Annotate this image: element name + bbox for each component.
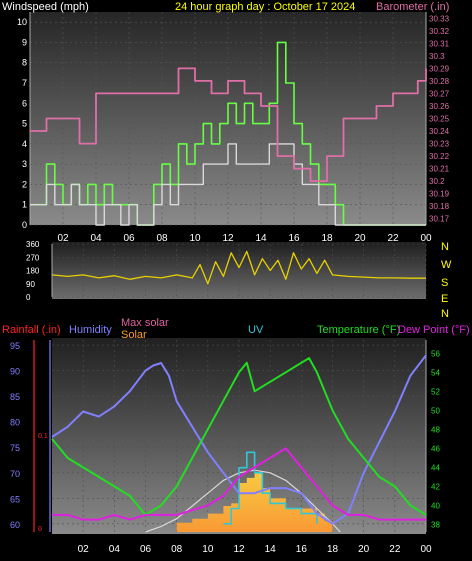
solar-label: Solar: [121, 329, 147, 341]
uv-label: UV: [248, 324, 264, 336]
rain-tick-label: 0.1: [38, 433, 48, 440]
weather-x-tick-label: 00: [420, 544, 432, 555]
weather-x-tick-label: 04: [109, 544, 121, 555]
humidity-tick-label: 65: [10, 494, 20, 504]
wind-x-tick-label: 10: [189, 233, 201, 244]
wind-x-tick-label: 02: [57, 233, 69, 244]
wind-y-tick-label: 10: [17, 17, 27, 27]
humidity-tick-label: 95: [10, 341, 20, 351]
humidity-tick-label: 60: [10, 520, 20, 530]
direction-y-tick-label: 90: [26, 280, 35, 289]
temperature-label: Temperature (°F): [317, 324, 400, 336]
weather-x-tick-label: 10: [202, 544, 214, 555]
barometer-axis-label: Barometer (.in): [376, 1, 449, 13]
compass-label: W: [441, 259, 452, 271]
barometer-tick-label: 30.24: [429, 127, 450, 136]
barometer-tick-label: 30.31: [429, 39, 450, 48]
temperature-tick-label: 54: [431, 368, 440, 377]
temperature-tick-label: 44: [431, 463, 440, 472]
barometer-tick-label: 30.2: [429, 177, 445, 186]
wind-x-tick-label: 14: [255, 233, 267, 244]
barometer-tick-label: 30.23: [429, 140, 450, 149]
temperature-tick-label: 40: [431, 501, 440, 510]
chart-title: 24 hour graph day : October 17 2024: [175, 1, 355, 13]
wind-y-tick-label: 8: [22, 58, 27, 68]
wind-y-tick-label: 0: [22, 220, 27, 230]
wind-y-tick-label: 3: [22, 159, 27, 169]
humidity-tick-label: 70: [10, 469, 20, 479]
humidity-tick-label: 80: [10, 418, 20, 428]
temperature-tick-label: 38: [431, 520, 440, 529]
temperature-tick-label: 52: [431, 387, 440, 396]
compass-label: N: [441, 308, 449, 320]
barometer-tick-label: 30.19: [429, 190, 450, 199]
rain-tick-label: 0: [38, 526, 42, 533]
barometer-tick-label: 30.29: [429, 64, 450, 73]
weather-x-tick-label: 02: [78, 544, 90, 555]
max-solar-label: Max solar: [121, 317, 169, 329]
barometer-tick-label: 30.26: [429, 102, 450, 111]
barometer-tick-label: 30.3: [429, 52, 445, 61]
barometer-tick-label: 30.17: [429, 215, 450, 224]
weather-x-tick-label: 18: [327, 544, 339, 555]
wind-y-tick-label: 1: [22, 200, 27, 210]
humidity-tick-label: 90: [10, 367, 20, 377]
wind-x-tick-label: 16: [288, 233, 300, 244]
barometer-tick-label: 30.21: [429, 165, 450, 174]
barometer-tick-label: 30.28: [429, 77, 450, 86]
direction-y-tick-label: 360: [26, 240, 40, 249]
humidity-tick-label: 75: [10, 443, 20, 453]
wind-x-tick-label: 20: [354, 233, 366, 244]
wind-x-tick-label: 08: [156, 233, 168, 244]
wind-x-tick-label: 12: [222, 233, 234, 244]
humidity-tick-label: 85: [10, 392, 20, 402]
temperature-tick-label: 42: [431, 482, 440, 491]
barometer-tick-label: 30.22: [429, 152, 450, 161]
wind-y-tick-label: 2: [22, 179, 27, 189]
weather-x-tick-label: 20: [358, 544, 370, 555]
wind-axis-label: Windspeed (mph): [2, 1, 89, 13]
compass-label: E: [441, 293, 448, 305]
wind-x-tick-label: 22: [387, 233, 399, 244]
compass-label: S: [441, 277, 448, 289]
weather-x-tick-label: 22: [389, 544, 401, 555]
wind-x-tick-label: 00: [420, 233, 432, 244]
direction-y-tick-label: 270: [26, 253, 40, 262]
barometer-tick-label: 30.27: [429, 89, 450, 98]
weather-x-tick-label: 06: [140, 544, 152, 555]
weather-x-tick-label: 12: [233, 544, 245, 555]
temperature-tick-label: 50: [431, 406, 440, 415]
wind-y-tick-label: 4: [22, 139, 27, 149]
temperature-tick-label: 46: [431, 444, 440, 453]
barometer-tick-label: 30.33: [429, 14, 450, 23]
direction-y-tick-label: 180: [26, 267, 40, 276]
barometer-tick-label: 30.18: [429, 202, 450, 211]
humidity-label: Humidity: [69, 324, 112, 336]
direction-y-tick-label: 0: [26, 293, 31, 302]
wind-x-tick-label: 04: [90, 233, 102, 244]
barometer-tick-label: 30.32: [429, 27, 450, 36]
weather-x-tick-label: 14: [265, 544, 277, 555]
wind-y-tick-label: 6: [22, 98, 27, 108]
dew-point-label: Dew Point (°F): [398, 324, 470, 336]
barometer-tick-label: 30.25: [429, 115, 450, 124]
temperature-tick-label: 48: [431, 425, 440, 434]
weather-x-tick-label: 08: [171, 544, 183, 555]
wind-y-tick-label: 9: [22, 37, 27, 47]
wind-y-tick-label: 7: [22, 78, 27, 88]
wind-x-tick-label: 18: [321, 233, 333, 244]
compass-label: N: [441, 241, 449, 253]
rainfall-label: Rainfall (.in): [2, 324, 61, 336]
weather-x-tick-label: 16: [296, 544, 308, 555]
weather-chart: 02 04 06 08 10 12 14 16 18 20 22 0001234567891030.1…: [2, 1, 470, 555]
wind-y-tick-label: 5: [22, 119, 27, 129]
wind-x-tick-label: 06: [123, 233, 135, 244]
temperature-tick-label: 56: [431, 349, 440, 358]
